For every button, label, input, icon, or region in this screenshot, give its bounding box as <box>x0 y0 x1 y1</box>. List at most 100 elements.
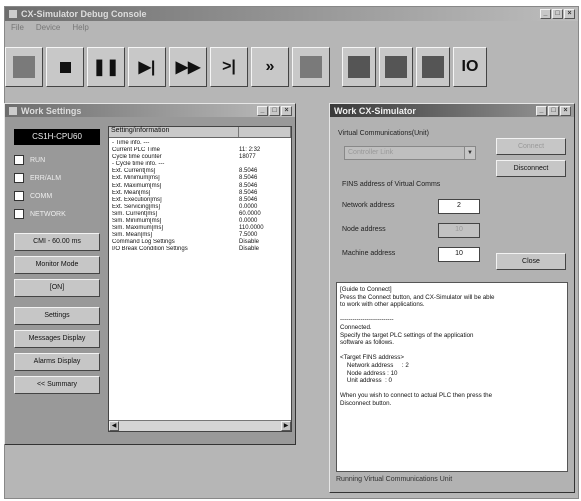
status-side-panel: CS1H-CPU60 RUN ERR/ALM COMM NETWORK CMI … <box>11 126 103 399</box>
table-row[interactable]: Ext. Mean[ms] 8.5046 <box>112 190 288 197</box>
simulator-window: Work CX-Simulator _ □ × Virtual Communic… <box>329 103 575 493</box>
horizontal-scrollbar[interactable]: ◀ ▶ <box>109 420 291 431</box>
scan-step-button[interactable]: >| <box>210 47 248 87</box>
stop-button[interactable] <box>46 47 84 87</box>
row-value <box>239 161 288 168</box>
sim-maximize-button[interactable]: □ <box>548 105 559 116</box>
connect-button[interactable]: Connect <box>496 138 566 155</box>
table-row[interactable]: Sim. Minimum[ms] 0.0000 <box>112 218 288 225</box>
app-icon <box>9 10 17 18</box>
status-minimize-button[interactable]: _ <box>257 105 268 116</box>
node-address-field[interactable]: 10 <box>438 223 480 238</box>
status-maximize-button[interactable]: □ <box>269 105 280 116</box>
menubar: File Device Help <box>5 21 578 34</box>
status-window-titlebar[interactable]: Work Settings _ □ × <box>5 104 295 117</box>
run-button[interactable] <box>292 47 330 87</box>
settings-button[interactable]: Settings <box>14 307 100 325</box>
table-row[interactable]: Ext. Maximum[ms] 8.5046 <box>112 183 288 190</box>
menu-file[interactable]: File <box>11 23 24 32</box>
connect-button[interactable] <box>342 47 376 87</box>
row-value: Disable <box>239 239 260 246</box>
row-key: Sim. Mean[ms] <box>112 232 153 239</box>
table-row[interactable]: Ext. Execution[ms] 8.5046 <box>112 197 288 204</box>
led-network: NETWORK <box>14 207 100 221</box>
fins-address-label: FINS address of Virtual Comms <box>342 181 441 188</box>
continuous-scan-button[interactable]: » <box>251 47 289 87</box>
row-value: 0.0000 <box>239 218 258 225</box>
menu-help[interactable]: Help <box>72 23 88 32</box>
table-row[interactable]: Command Log Settings Disable <box>112 239 288 246</box>
sim-minimize-button[interactable]: _ <box>536 105 547 116</box>
notes-icon <box>422 56 444 78</box>
led-label: RUN <box>30 156 46 164</box>
led-run: RUN <box>14 153 100 167</box>
row-key: I/O Break Condition Settings <box>112 246 188 253</box>
summary-button[interactable]: << Summary <box>14 376 100 394</box>
monitor-mode-button[interactable]: Monitor Mode <box>14 256 100 274</box>
window-button[interactable] <box>379 47 413 87</box>
row-value: 60.0000 <box>239 210 261 217</box>
main-titlebar[interactable]: CX-Simulator Debug Console _ □ × <box>5 7 578 21</box>
row-key: Ext. Mean[ms] <box>112 189 151 196</box>
table-row[interactable]: Sim. Mean[ms] 7.5000 <box>112 232 288 239</box>
row-key: Ext. Current[ms] <box>112 168 156 175</box>
table-row[interactable]: Ext. Current[ms] 8.5046 <box>112 168 288 175</box>
column-header-value[interactable] <box>239 127 291 137</box>
io-icon: IO <box>461 58 479 75</box>
table-row[interactable]: Ext. Servicing[ms] 0.0000 <box>112 204 288 211</box>
settings-list[interactable]: Setting/information - Time info. --- Curr… <box>108 126 292 432</box>
column-header-setting[interactable]: Setting/information <box>109 127 239 137</box>
row-key: Ext. Execution[ms] <box>112 196 162 203</box>
menu-device[interactable]: Device <box>36 23 60 32</box>
window-icon <box>385 56 407 78</box>
virtual-comms-combo[interactable]: Controller Link ▼ <box>344 146 476 160</box>
simulator-window-titlebar[interactable]: Work CX-Simulator _ □ × <box>330 104 574 117</box>
continuous-step-button[interactable]: ▶▶ <box>169 47 207 87</box>
toolbar: ❚❚ ▶| ▶▶ >| » IO <box>5 43 571 91</box>
network-address-field[interactable]: 2 <box>438 199 480 214</box>
messages-display-button[interactable]: Messages Display <box>14 330 100 348</box>
table-row[interactable]: Ext. Minimum[ms] 8.5046 <box>112 175 288 182</box>
mode-button[interactable] <box>5 47 43 87</box>
virtual-comms-label: Virtual Communications(Unit) <box>338 130 429 137</box>
row-value: 18077 <box>239 154 256 161</box>
close-dialog-button[interactable]: Close <box>496 253 566 270</box>
combo-value: Controller Link <box>348 149 394 156</box>
table-row[interactable]: Cycle time counter 18077 <box>112 154 288 161</box>
table-row[interactable]: Current PLC Time 11: 2:32 <box>112 147 288 154</box>
maximize-button[interactable]: □ <box>552 9 563 19</box>
sim-close-button[interactable]: × <box>560 105 571 116</box>
io-button[interactable]: IO <box>453 47 487 87</box>
row-value: 110.0000 <box>239 225 264 232</box>
disconnect-button[interactable]: Disconnect <box>496 160 566 177</box>
connect-icon <box>348 56 370 78</box>
row-value: 8.5046 <box>239 168 258 175</box>
notes-button[interactable] <box>416 47 450 87</box>
close-button[interactable]: × <box>564 9 575 19</box>
table-row[interactable]: - Time info. --- <box>112 140 288 147</box>
app-title: CX-Simulator Debug Console <box>21 9 147 19</box>
status-close-button[interactable]: × <box>281 105 292 116</box>
step-icon: ▶| <box>138 59 156 76</box>
table-row[interactable]: - Cycle time info. --- <box>112 161 288 168</box>
minimize-button[interactable]: _ <box>540 9 551 19</box>
step-button[interactable]: ▶| <box>128 47 166 87</box>
row-key: Cycle time counter <box>112 154 162 161</box>
chevron-down-icon[interactable]: ▼ <box>464 147 475 159</box>
status-text: Running Virtual Communications Unit <box>336 476 453 483</box>
table-row[interactable]: I/O Break Condition Settings Disable <box>112 246 288 253</box>
continuous-scan-icon: » <box>265 58 275 75</box>
led-indicator-icon <box>14 155 24 165</box>
table-row[interactable]: Sim. Maximum[ms] 110.0000 <box>112 225 288 232</box>
scroll-right-icon[interactable]: ▶ <box>281 421 291 431</box>
node-address-label: Node address <box>342 226 386 233</box>
cycle-time-button[interactable]: CMI - 60.00 ms <box>14 233 100 251</box>
on-button[interactable]: [ON] <box>14 279 100 297</box>
alarms-display-button[interactable]: Alarms Display <box>14 353 100 371</box>
list-rows: - Time info. --- Current PLC Time 11: 2:32… <box>109 138 291 256</box>
scroll-left-icon[interactable]: ◀ <box>109 421 119 431</box>
table-row[interactable]: Sim. Current[ms] 60.0000 <box>112 211 288 218</box>
status-window-title: Work Settings <box>21 105 82 116</box>
machine-address-field[interactable]: 10 <box>438 247 480 262</box>
pause-button[interactable]: ❚❚ <box>87 47 125 87</box>
